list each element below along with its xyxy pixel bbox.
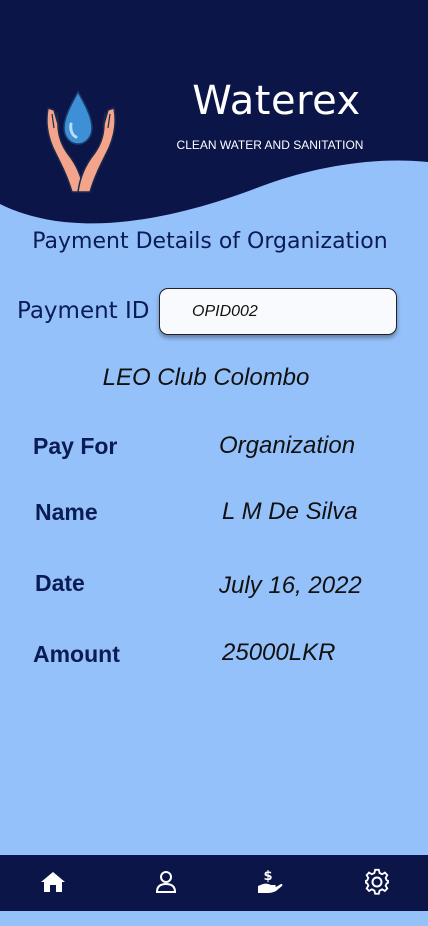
app-subtitle: CLEAN WATER AND SANITATION bbox=[176, 138, 364, 152]
app-title: Waterex bbox=[192, 78, 361, 124]
user-icon bbox=[155, 871, 177, 893]
nav-settings[interactable] bbox=[362, 867, 392, 897]
nav-profile[interactable] bbox=[151, 867, 181, 897]
organization-name: LEO Club Colombo bbox=[102, 364, 310, 391]
amount-value: 25000LKR bbox=[222, 639, 336, 666]
payment-id-field[interactable]: OPID002 bbox=[159, 288, 397, 335]
payment-id-label: Payment ID bbox=[17, 298, 150, 324]
nav-donate[interactable]: $ bbox=[255, 867, 285, 897]
nav-home[interactable] bbox=[38, 867, 68, 897]
date-value: July 16, 2022 bbox=[219, 572, 362, 599]
settings-icon bbox=[365, 868, 389, 895]
logo-hands-water-drop bbox=[46, 90, 116, 193]
bottom-nav: $ bbox=[0, 855, 428, 911]
name-label: Name bbox=[35, 499, 98, 525]
pay-for-value: Organization bbox=[219, 432, 356, 459]
home-icon bbox=[41, 872, 65, 892]
name-value: L M De Silva bbox=[222, 498, 358, 525]
svg-text:$: $ bbox=[263, 869, 272, 884]
donate-icon: $ bbox=[258, 869, 283, 893]
amount-label: Amount bbox=[33, 641, 120, 667]
page-title: Payment Details of Organization bbox=[32, 229, 388, 254]
pay-for-label: Pay For bbox=[33, 433, 118, 459]
date-label: Date bbox=[35, 570, 85, 596]
